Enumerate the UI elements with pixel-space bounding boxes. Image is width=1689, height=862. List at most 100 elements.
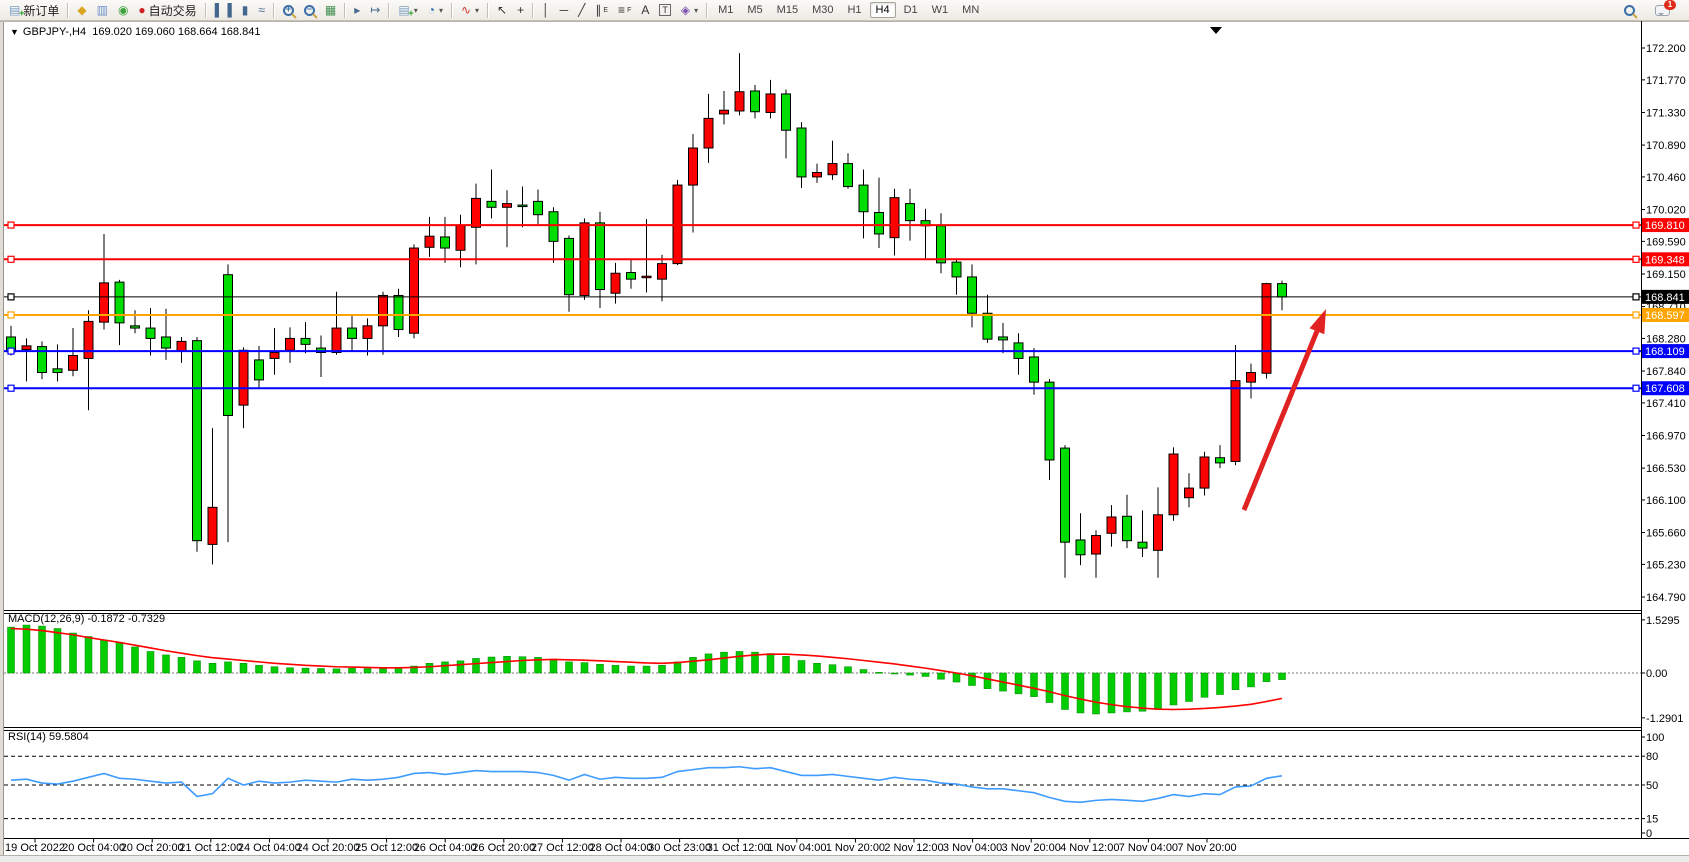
svg-text:28 Oct 04:00: 28 Oct 04:00	[590, 842, 653, 854]
indicators-button[interactable]: ∿▾	[456, 0, 484, 21]
svg-text:171.770: 171.770	[1646, 75, 1686, 87]
svg-text:2 Nov 12:00: 2 Nov 12:00	[884, 842, 943, 854]
tile-windows-button[interactable]: ▦	[320, 0, 341, 21]
channel-button[interactable]: ∥E	[590, 0, 613, 21]
svg-text:169.810: 169.810	[1645, 220, 1685, 232]
text-label-button[interactable]: T	[654, 0, 676, 21]
tile-windows-icon: ▦	[325, 4, 336, 16]
new-chart-button[interactable]: ▤+▾	[393, 0, 422, 21]
plus-overlay-icon: +	[19, 7, 24, 19]
chevron-down-icon[interactable]: ▾	[694, 6, 698, 15]
svg-text:100: 100	[1646, 732, 1664, 744]
candlestick-button[interactable]: ▮	[237, 0, 254, 21]
chat-icon: 1	[1655, 5, 1670, 16]
svg-text:167.840: 167.840	[1646, 366, 1686, 378]
svg-text:26 Oct 04:00: 26 Oct 04:00	[414, 842, 477, 854]
fibonacci-button[interactable]: ≡F	[613, 0, 636, 21]
svg-text:169.150: 169.150	[1646, 269, 1686, 281]
cursor-icon: ↖	[497, 4, 507, 16]
bar-chart-button[interactable]: ▌▐	[210, 0, 237, 21]
trendline-icon: ╱	[578, 4, 585, 16]
chart-shift-button[interactable]: ↦	[365, 0, 385, 21]
search-button[interactable]	[1619, 0, 1640, 21]
svg-text:80: 80	[1646, 751, 1658, 763]
chart-dropdown-arrow[interactable]: ▼	[10, 27, 19, 37]
market-watch-button[interactable]: ▥	[92, 0, 113, 21]
text-icon: A	[641, 4, 649, 16]
indicators-icon: ∿	[461, 4, 471, 16]
toolbar-separator	[273, 3, 275, 18]
chevron-down-icon[interactable]: ▾	[414, 6, 418, 15]
macd-name: MACD(12,26,9)	[8, 613, 84, 625]
timeframe-button-d1[interactable]: D1	[898, 2, 924, 18]
signals-button[interactable]: ◉	[113, 0, 133, 21]
horizontal-line-button[interactable]: ─	[555, 0, 574, 21]
timeframe-button-h4[interactable]: H4	[870, 2, 896, 18]
vertical-line-button[interactable]: │	[537, 0, 555, 21]
timeframe-button-w1[interactable]: W1	[926, 2, 955, 18]
chart-shift-icon: ↦	[370, 4, 380, 16]
auto-trading-button[interactable]: ● 自动交易	[133, 0, 201, 21]
svg-text:169.348: 169.348	[1645, 254, 1685, 266]
timeframe-button-mn[interactable]: MN	[956, 2, 985, 18]
auto-trading-button-label: 自动交易	[149, 2, 197, 19]
line-chart-icon: ≈	[258, 4, 265, 16]
svg-text:169.590: 169.590	[1646, 236, 1686, 248]
shapes-icon: ◈	[681, 4, 690, 16]
timeframe-button-m30[interactable]: M30	[806, 2, 839, 18]
shapes-button[interactable]: ◈▾	[676, 0, 703, 21]
toolbar-right-group: 1	[1619, 0, 1689, 21]
text-button[interactable]: A	[636, 0, 654, 21]
svg-text:170.890: 170.890	[1646, 140, 1686, 152]
svg-text:168.841: 168.841	[1645, 292, 1685, 304]
styler-button[interactable]: ◆	[72, 0, 91, 21]
timeframe-button-m1[interactable]: M1	[712, 2, 739, 18]
horizontal-line-icon: ─	[560, 4, 569, 16]
period-button[interactable]: ◔▾	[423, 0, 448, 21]
svg-text:4 Nov 12:00: 4 Nov 12:00	[1060, 842, 1119, 854]
chat-button[interactable]: 1	[1650, 0, 1675, 21]
timeframe-button-m5[interactable]: M5	[741, 2, 768, 18]
svg-text:24 Oct 20:00: 24 Oct 20:00	[297, 842, 360, 854]
toolbar-separator	[451, 3, 453, 18]
svg-text:19 Oct 2022: 19 Oct 2022	[5, 842, 65, 854]
crosshair-button[interactable]: +	[512, 0, 529, 21]
zoom-out-button[interactable]: −	[299, 0, 320, 21]
svg-text:30 Oct 23:00: 30 Oct 23:00	[648, 842, 711, 854]
timeframe-button-h1[interactable]: H1	[841, 2, 867, 18]
styler-icon: ◆	[77, 4, 86, 16]
plus-overlay-icon: +	[408, 7, 413, 19]
svg-text:165.230: 165.230	[1646, 559, 1686, 571]
new-order-button[interactable]: ▤+新订单	[4, 0, 64, 21]
trendline-button[interactable]: ╱	[573, 0, 590, 21]
svg-text:172.200: 172.200	[1646, 43, 1686, 55]
svg-text:166.530: 166.530	[1646, 463, 1686, 475]
svg-text:164.790: 164.790	[1646, 592, 1686, 604]
svg-text:1 Nov 20:00: 1 Nov 20:00	[826, 842, 885, 854]
svg-text:170.020: 170.020	[1646, 205, 1686, 217]
svg-text:166.970: 166.970	[1646, 430, 1686, 442]
candlestick-icon: ▮	[242, 4, 249, 16]
svg-text:167.608: 167.608	[1645, 383, 1685, 395]
svg-text:31 Oct 12:00: 31 Oct 12:00	[707, 842, 770, 854]
svg-text:7 Nov 04:00: 7 Nov 04:00	[1119, 842, 1178, 854]
chevron-down-icon[interactable]: ▾	[439, 6, 443, 15]
chart-title: ▼GBPJPY-,H4 169.020 169.060 168.664 168.…	[10, 26, 260, 38]
rsi-name: RSI(14)	[8, 731, 46, 743]
new-order-icon: ▤+	[9, 4, 20, 16]
cursor-button[interactable]: ↖	[492, 0, 512, 21]
auto-trading-icon: ●	[138, 4, 145, 16]
svg-text:20 Oct 20:00: 20 Oct 20:00	[121, 842, 184, 854]
zoom-in-icon: +	[283, 5, 294, 16]
auto-scroll-icon: ▸	[354, 4, 360, 16]
toolbar-separator	[532, 3, 534, 18]
zoom-in-button[interactable]: +	[278, 0, 299, 21]
line-chart-button[interactable]: ≈	[253, 0, 270, 21]
chart-canvas[interactable]: 172.200171.770171.330170.890170.460170.0…	[0, 21, 1689, 862]
timeframe-button-m15[interactable]: M15	[771, 2, 804, 18]
svg-text:167.410: 167.410	[1646, 398, 1686, 410]
chevron-down-icon[interactable]: ▾	[475, 6, 479, 15]
svg-text:7 Nov 20:00: 7 Nov 20:00	[1177, 842, 1236, 854]
auto-scroll-button[interactable]: ▸	[349, 0, 365, 21]
signals-icon: ◉	[118, 4, 128, 16]
